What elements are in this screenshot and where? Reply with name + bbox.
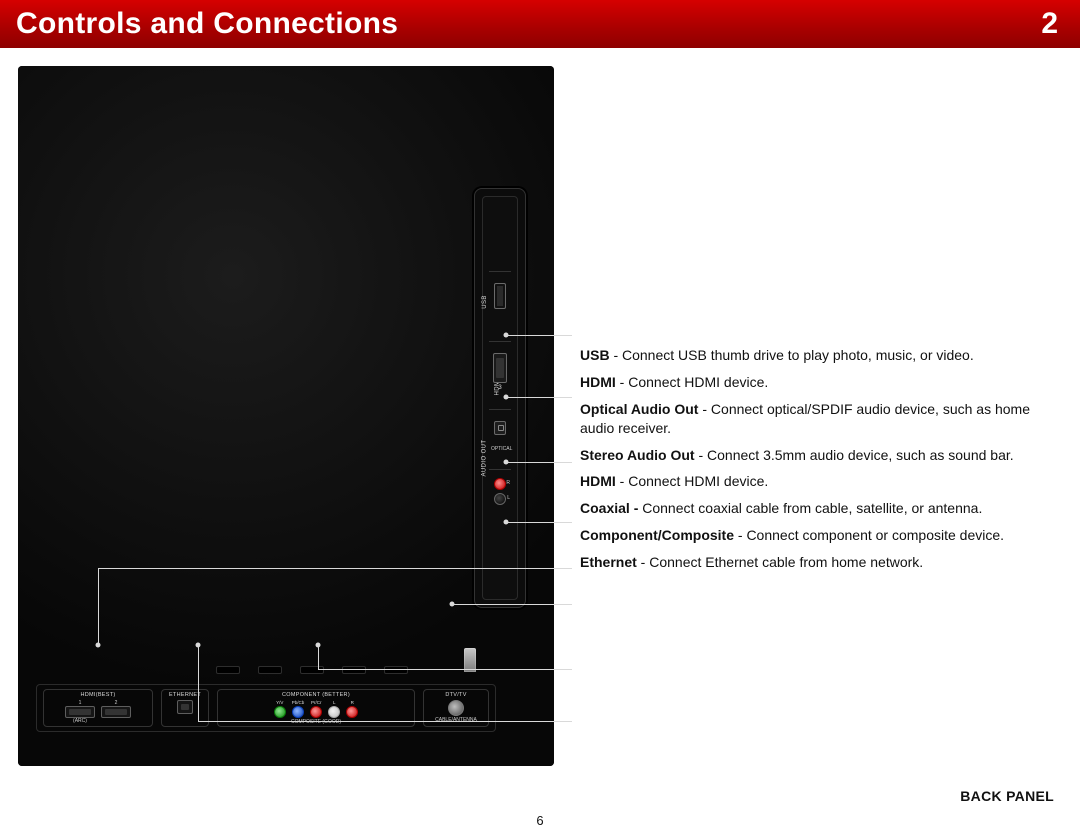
component-section: COMPONENT (BETTER) Y/V Pb/Cb Pr/Cr L R COMPO… <box>217 689 415 727</box>
vent-icon <box>384 666 408 674</box>
rca-label: Pb/Cb <box>292 700 305 705</box>
port-description-text: - Connect HDMI device. <box>616 473 769 489</box>
port-description-text: - Connect HDMI device. <box>616 374 769 390</box>
page-title: Controls and Connections <box>16 7 398 41</box>
port-description-item: USB - Connect USB thumb drive to play ph… <box>580 346 1058 365</box>
hdmi1-arc-label: (ARC) <box>73 718 87 724</box>
port-description-text: - Connect 3.5mm audio device, such as so… <box>695 447 1014 463</box>
rca-port-pb-cb: Pb/Cb <box>292 700 305 718</box>
rca-port-pr-cr: Pr/Cr <box>310 700 322 718</box>
port-description-term: HDMI <box>580 473 616 489</box>
port-description-item: HDMI - Connect HDMI device. <box>580 373 1058 392</box>
hdmi2-port-icon <box>101 706 131 718</box>
composite-sub-label: COMPOSITE (GOOD) <box>291 719 341 725</box>
port-description-term: USB <box>580 347 610 363</box>
component-section-label: COMPONENT (BETTER) <box>282 692 350 698</box>
port-description-item: Stereo Audio Out - Connect 3.5mm audio d… <box>580 446 1058 465</box>
chapter-header: Controls and Connections 2 <box>0 0 1080 48</box>
usb-label: USB <box>482 295 488 309</box>
rca-jack-icon <box>328 706 340 718</box>
coax-post-icon <box>464 648 476 672</box>
dtv-section: DTV/TV CABLE/ANTENNA <box>423 689 489 727</box>
hdmi-port-icon <box>493 353 507 383</box>
port-descriptions: USB - Connect USB thumb drive to play ph… <box>580 338 1058 580</box>
dtv-section-label: DTV/TV <box>445 692 466 698</box>
stereo-l-jack-icon <box>494 493 506 505</box>
port-description-text: - Connect component or composite device. <box>734 527 1004 543</box>
vent-icon <box>300 666 324 674</box>
stereo-r-jack-icon <box>494 478 506 490</box>
port-description-item: Optical Audio Out - Connect optical/SPDI… <box>580 400 1058 438</box>
port-description-term: HDMI <box>580 374 616 390</box>
rca-port-r: R <box>346 700 358 718</box>
rca-jack-icon <box>274 706 286 718</box>
port-description-term: Coaxial - <box>580 500 642 516</box>
stereo-port: R L <box>491 475 509 523</box>
port-description-item: Component/Composite - Connect component … <box>580 526 1058 545</box>
bottom-port-panel: HDMI(BEST) 1 (ARC) 2 <box>36 666 496 732</box>
port-description-term: Ethernet <box>580 554 637 570</box>
port-description-term: Component/Composite <box>580 527 734 543</box>
rca-label: Pr/Cr <box>311 700 322 705</box>
port-description-item: HDMI - Connect HDMI device. <box>580 472 1058 491</box>
optical-port-icon <box>494 421 506 435</box>
rca-label: Y/V <box>276 700 283 705</box>
cable-antenna-label: CABLE/ANTENNA <box>435 717 477 723</box>
rca-jack-icon <box>346 706 358 718</box>
port-description-term: Stereo Audio Out <box>580 447 695 463</box>
optical-label: OPTICAL <box>491 446 512 452</box>
page-number: 6 <box>536 813 543 828</box>
hdmi-side-port: HDMI(BEST) 3 <box>491 347 509 405</box>
port-description-text: - Connect USB thumb drive to play photo,… <box>610 347 974 363</box>
audio-out-group-label: AUDIO OUT <box>481 440 487 477</box>
port-description-text: - Connect Ethernet cable from home netwo… <box>637 554 923 570</box>
tv-back-illustration: USB HDMI(BEST) 3 AUDIO OUT OPTICAL <box>18 66 554 766</box>
vent-row <box>216 666 496 680</box>
port-description-text: Connect coaxial cable from cable, satell… <box>642 500 982 516</box>
stereo-l-label: L <box>507 495 510 501</box>
hdmi1-port-icon <box>65 706 95 718</box>
chapter-number: 2 <box>1041 7 1058 41</box>
back-panel-label: BACK PANEL <box>960 788 1054 804</box>
ethernet-port-icon <box>177 700 193 714</box>
stereo-r-label: R <box>506 480 510 486</box>
usb-port-icon <box>494 283 506 309</box>
rca-jack-icon <box>292 706 304 718</box>
hdmi-section: HDMI(BEST) 1 (ARC) 2 <box>43 689 153 727</box>
rca-port-l: L <box>328 700 340 718</box>
side-port-panel: USB HDMI(BEST) 3 AUDIO OUT OPTICAL <box>474 188 526 608</box>
port-description-item: Coaxial - Connect coaxial cable from cab… <box>580 499 1058 518</box>
vent-icon <box>216 666 240 674</box>
coax-port-icon <box>448 700 464 716</box>
rca-port-y-v: Y/V <box>274 700 286 718</box>
hdmi-section-label: HDMI(BEST) <box>80 692 115 698</box>
port-description-item: Ethernet - Connect Ethernet cable from h… <box>580 553 1058 572</box>
optical-port: OPTICAL <box>491 417 509 463</box>
vent-icon <box>342 666 366 674</box>
port-description-term: Optical Audio Out <box>580 401 698 417</box>
vent-icon <box>258 666 282 674</box>
ethernet-section-label: ETHERNET <box>169 692 201 698</box>
ethernet-section: ETHERNET <box>161 689 209 727</box>
rca-label: L <box>333 700 336 705</box>
rca-label: R <box>351 700 354 705</box>
usb-port: USB <box>491 277 509 327</box>
rca-jack-icon <box>310 706 322 718</box>
